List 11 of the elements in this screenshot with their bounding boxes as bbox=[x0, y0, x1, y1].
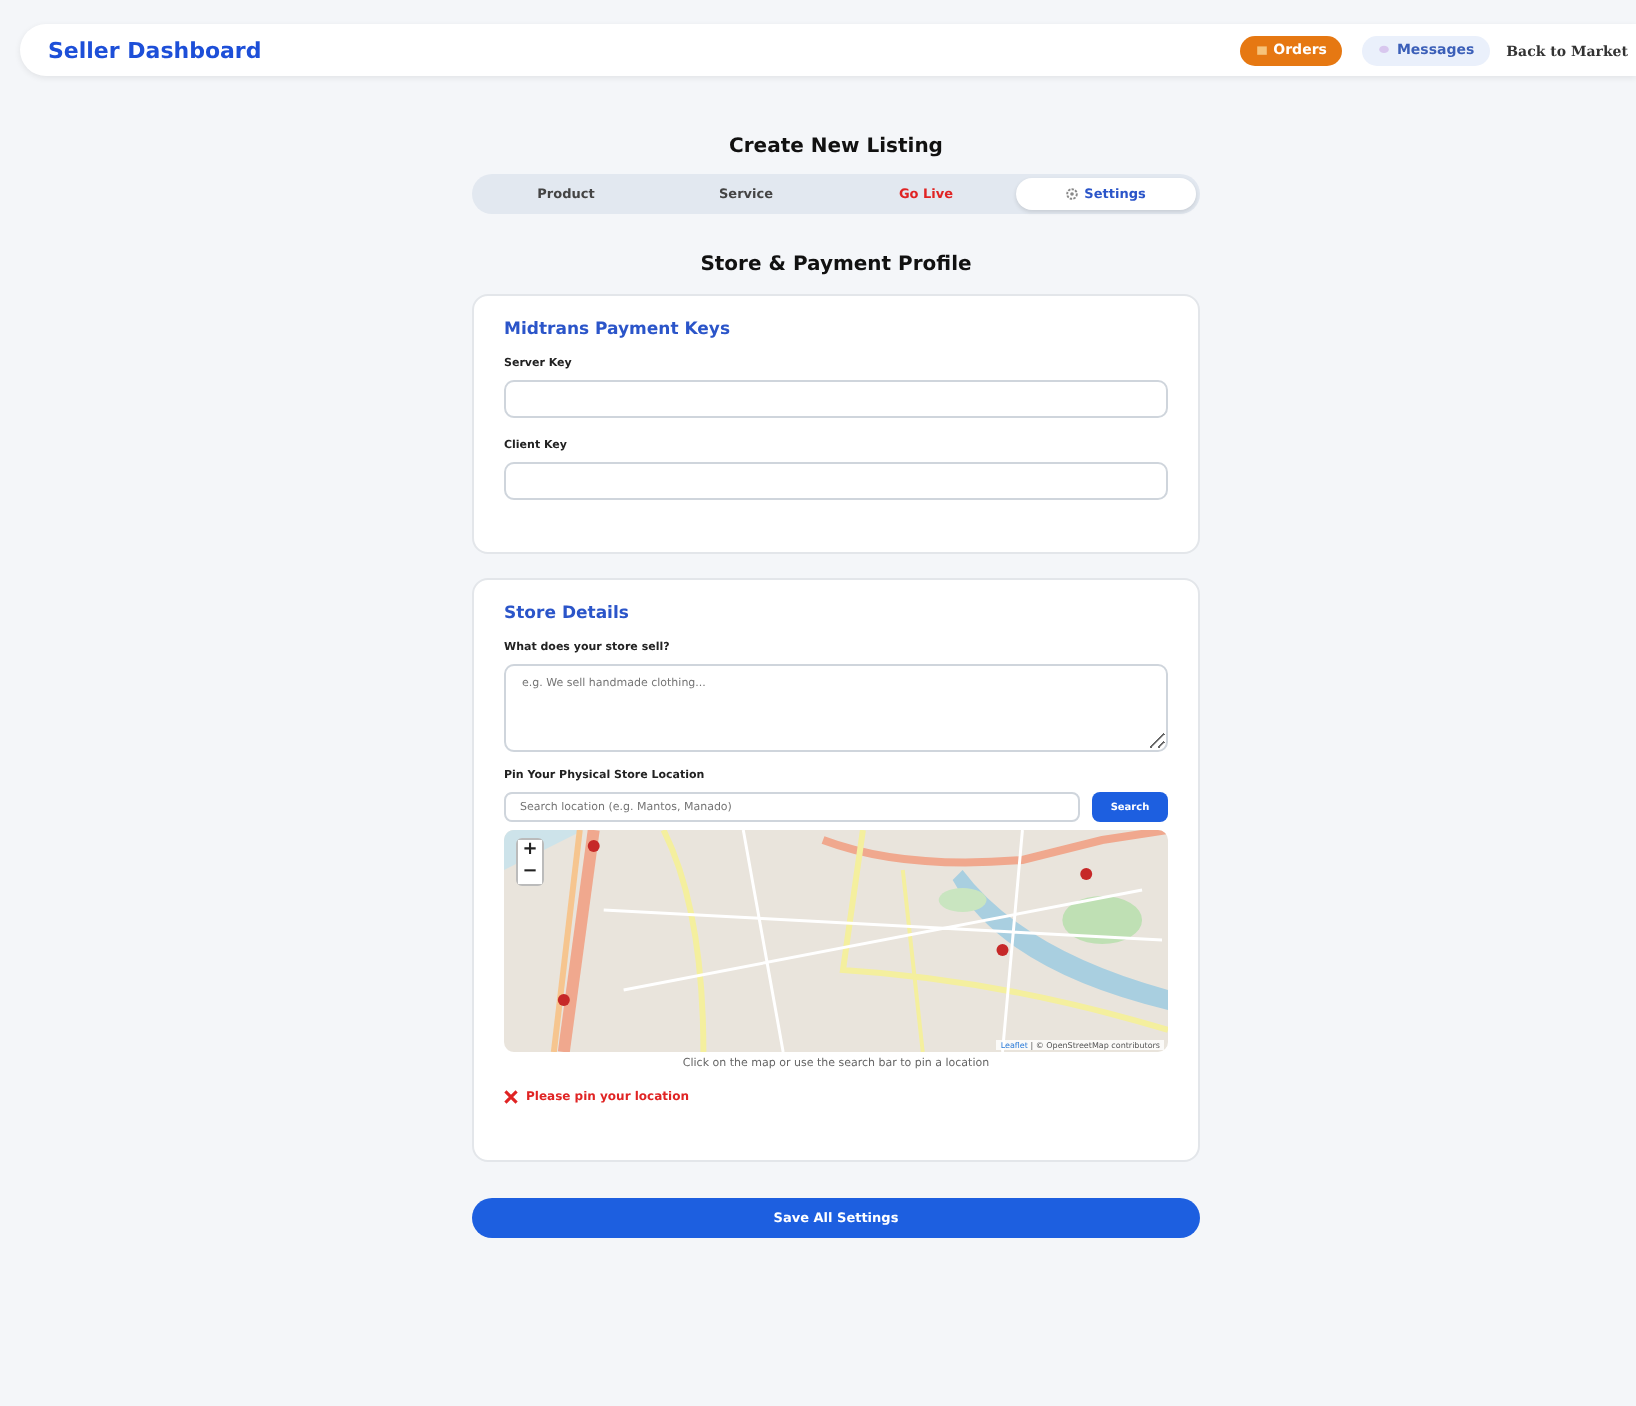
gear-icon bbox=[1066, 188, 1079, 200]
chat-bubble-icon bbox=[1378, 44, 1391, 56]
input-field[interactable] bbox=[504, 380, 1168, 418]
card-title: Midtrans Payment Keys bbox=[504, 320, 733, 340]
section-title: Store & Payment Profile bbox=[698, 254, 974, 276]
card-title: Store Details bbox=[504, 604, 631, 624]
brand-title: Seller Dashboard bbox=[48, 37, 264, 63]
page-title: Create New Listing bbox=[727, 136, 945, 158]
input-field[interactable] bbox=[504, 462, 1168, 500]
box-icon bbox=[1255, 44, 1268, 56]
cross-icon bbox=[504, 1090, 518, 1104]
